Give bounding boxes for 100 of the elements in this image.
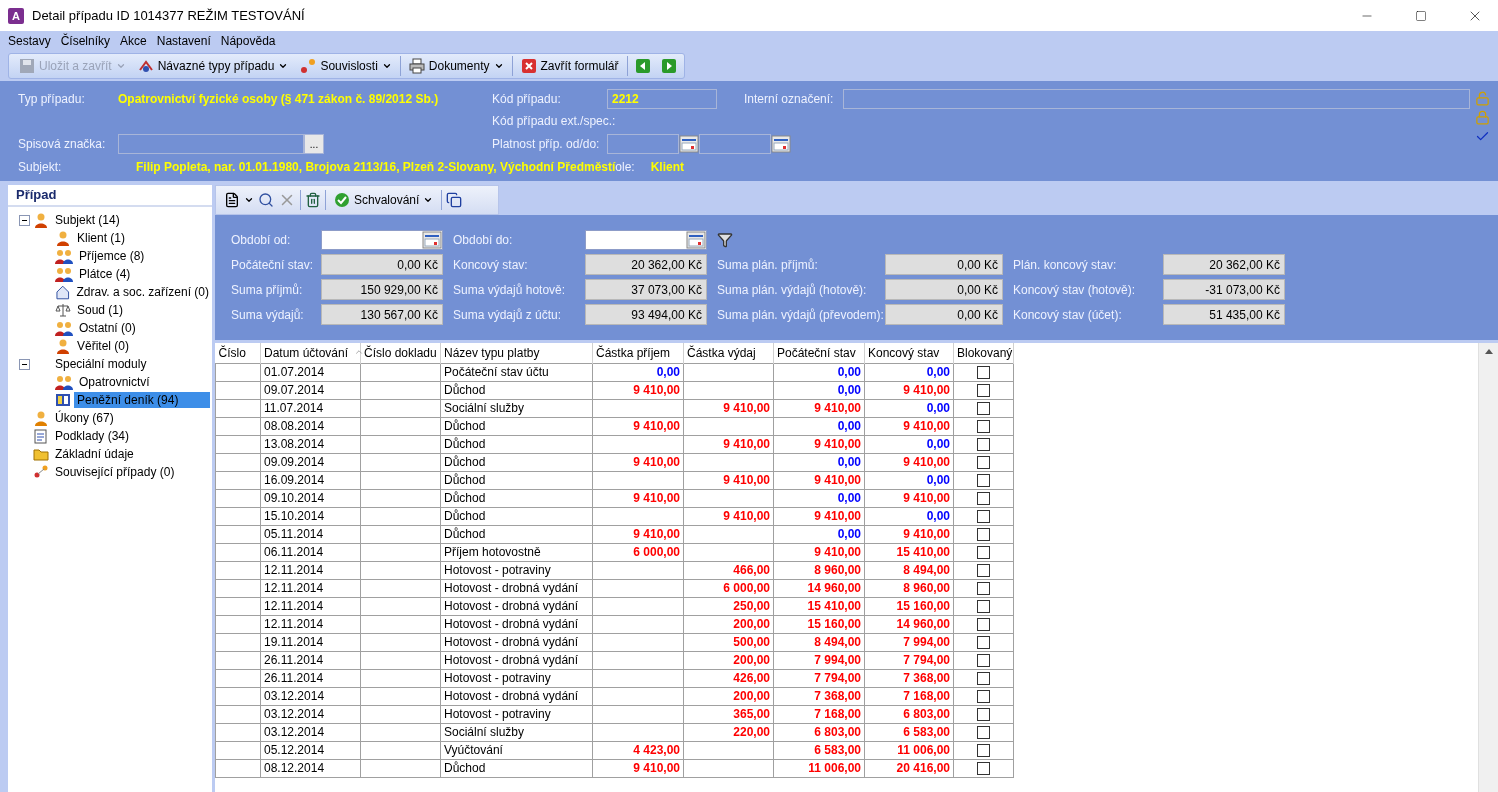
tree-item[interactable]: Věřitel (0): [74, 338, 132, 354]
field-label: Období od:: [231, 232, 292, 247]
checkbox[interactable]: [977, 707, 990, 721]
checkbox[interactable]: [977, 383, 990, 397]
collapse-toggle[interactable]: [19, 214, 30, 226]
date-field[interactable]: [699, 134, 771, 154]
menu-item[interactable]: Nápověda: [216, 34, 282, 48]
checkbox[interactable]: [977, 437, 990, 451]
new-document-icon[interactable]: [224, 192, 240, 208]
checkbox[interactable]: [977, 509, 990, 523]
menu-item[interactable]: Nastavení: [152, 34, 217, 48]
amount: 200,00: [733, 617, 770, 631]
checkbox[interactable]: [977, 563, 990, 577]
tree-item[interactable]: Speciální moduly: [52, 356, 150, 372]
menu-item[interactable]: Akce: [116, 34, 153, 48]
column-header[interactable]: Datum účtování: [260, 343, 361, 363]
tree-item[interactable]: Ostatní (0): [76, 320, 139, 336]
calendar-icon[interactable]: [686, 230, 706, 249]
amount: 0,00: [656, 365, 680, 379]
checkbox[interactable]: [977, 401, 990, 415]
tree-item[interactable]: Soud (1): [74, 302, 127, 318]
tree-item[interactable]: Související případy (0): [52, 464, 178, 480]
tree-item[interactable]: Peněžní deník (94): [74, 392, 210, 408]
tree-item[interactable]: Podklady (34): [52, 428, 133, 444]
checkbox[interactable]: [977, 617, 990, 631]
tree-item[interactable]: Subjekt (14): [52, 212, 123, 228]
people-icon: [55, 266, 73, 282]
date-field[interactable]: [607, 134, 679, 154]
file-mark-field[interactable]: [118, 134, 304, 154]
toolbar-button[interactable]: Souvislosti: [296, 55, 396, 77]
checkbox[interactable]: [977, 545, 990, 559]
checkbox[interactable]: [977, 455, 990, 469]
table-cell: 11.07.2014: [260, 399, 361, 417]
amount: 8 494,00: [814, 635, 861, 649]
menu-item[interactable]: Číselníky: [56, 34, 117, 48]
amount: 9 410,00: [903, 527, 950, 541]
amount: 0,00: [837, 383, 861, 397]
scrollbar[interactable]: [1478, 343, 1498, 792]
checkbox[interactable]: [977, 473, 990, 487]
toolbar-button[interactable]: Návazné typy případu: [133, 55, 293, 77]
tree-item[interactable]: Plátce (4): [76, 266, 134, 282]
date-field[interactable]: [321, 229, 443, 250]
checkbox[interactable]: [977, 761, 990, 775]
checkbox[interactable]: [977, 635, 990, 649]
browse-button[interactable]: ...: [304, 134, 324, 154]
approval-button[interactable]: Schvalování: [330, 189, 438, 211]
checkbox[interactable]: [977, 743, 990, 757]
checkbox[interactable]: [977, 491, 990, 505]
collapse-toggle[interactable]: [19, 358, 30, 370]
field-label: Subjekt:: [18, 160, 63, 174]
tree-item[interactable]: Klient (1): [74, 230, 129, 246]
column-header[interactable]: Název typu platby: [440, 343, 593, 363]
column-header[interactable]: Číslo dokladu: [360, 343, 441, 363]
column-header[interactable]: Částka výdaj: [683, 343, 774, 363]
table-cell: 09.07.2014: [260, 381, 361, 399]
checkbox[interactable]: [977, 725, 990, 739]
tree-item[interactable]: Opatrovnictví: [76, 374, 153, 390]
tree-item[interactable]: Příjemce (8): [76, 248, 148, 264]
amount: 9 410,00: [723, 509, 770, 523]
column-header[interactable]: Číslo: [215, 343, 261, 363]
checkbox[interactable]: [977, 365, 990, 379]
tree-item[interactable]: Zdrav. a soc. zařízení (0): [73, 284, 212, 300]
scroll-up-icon[interactable]: [1484, 349, 1493, 354]
trash-icon[interactable]: [305, 192, 321, 208]
readonly-field: 37 073,00 Kč: [585, 279, 707, 300]
amount: 6 000,00: [633, 545, 680, 559]
checkbox[interactable]: [977, 689, 990, 703]
copy-icon[interactable]: [446, 192, 463, 208]
column-header[interactable]: Počáteční stav: [773, 343, 865, 363]
table-cell: Důchod: [440, 525, 593, 543]
amount: 9 410,00: [723, 473, 770, 487]
search-icon[interactable]: [258, 192, 274, 208]
checkbox[interactable]: [977, 527, 990, 541]
toolbar-button[interactable]: Zavřít formulář: [516, 55, 623, 77]
checkbox[interactable]: [977, 581, 990, 595]
column-header[interactable]: Blokovaný: [953, 343, 1014, 363]
date-field[interactable]: [585, 229, 707, 250]
table-cell: Důchod: [440, 417, 593, 435]
checkbox[interactable]: [977, 419, 990, 433]
filter-icon[interactable]: [717, 231, 733, 248]
link-icon: [33, 464, 49, 480]
column-header[interactable]: Koncový stav: [864, 343, 954, 363]
checkbox[interactable]: [977, 671, 990, 685]
maximize-icon[interactable]: [1415, 9, 1427, 22]
column-header[interactable]: Částka příjem: [592, 343, 684, 363]
tree-item[interactable]: Úkony (67): [52, 410, 117, 426]
tree-item[interactable]: Základní údaje: [52, 446, 137, 462]
table-cell: 01.07.2014: [260, 363, 361, 381]
amount: 7 994,00: [814, 653, 861, 667]
calendar-icon[interactable]: [771, 135, 791, 153]
internal-mark-field[interactable]: [843, 89, 1470, 109]
amount: 6 583,00: [814, 743, 861, 757]
toolbar-button[interactable]: Dokumenty: [404, 55, 508, 77]
person-icon: [33, 410, 49, 426]
caret-icon[interactable]: [244, 195, 254, 205]
calendar-icon[interactable]: [679, 135, 699, 153]
menu-item[interactable]: Sestavy: [4, 34, 57, 48]
checkbox[interactable]: [977, 599, 990, 613]
calendar-icon[interactable]: [422, 230, 442, 249]
checkbox[interactable]: [977, 653, 990, 667]
